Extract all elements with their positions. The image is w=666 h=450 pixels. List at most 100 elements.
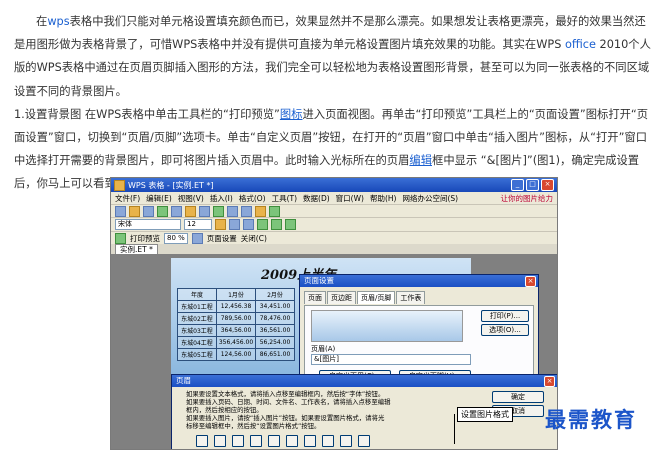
align-left-icon[interactable] bbox=[257, 219, 268, 230]
format-picture-icon[interactable] bbox=[358, 435, 370, 447]
instruction-line: 标移至编辑框中，然后按“设置图片格式”按钮。 bbox=[186, 422, 321, 430]
table-row: 东城03工程 364,56.00 36,561.00 bbox=[177, 324, 295, 337]
zoom-select[interactable]: 80 % bbox=[164, 232, 188, 244]
insert-picture-icon[interactable] bbox=[340, 435, 352, 447]
format-toolbar: 宋体 12 bbox=[111, 217, 557, 231]
table-cell: 东城01工程 bbox=[177, 300, 217, 313]
dialog-title-text: 页眉 bbox=[176, 376, 191, 385]
close-icon[interactable]: × bbox=[544, 376, 555, 387]
table-row: 东城04工程 356,456.00 56,254.00 bbox=[177, 336, 295, 349]
menu-help[interactable]: 帮助(H) bbox=[370, 193, 397, 204]
print-button[interactable]: 打印(P)... bbox=[481, 310, 529, 322]
paste-icon[interactable] bbox=[213, 205, 224, 217]
table-cell: 78,476.00 bbox=[255, 312, 295, 325]
copy-icon[interactable] bbox=[199, 205, 210, 217]
dialog-title: 页面设置 × bbox=[300, 275, 538, 287]
instruction-line: 框内，然后按相应的按钮。 bbox=[186, 406, 263, 414]
close-icon[interactable]: × bbox=[541, 179, 554, 191]
tab-margins[interactable]: 页边距 bbox=[327, 291, 356, 304]
table-cell: 12,456.38 bbox=[216, 300, 256, 313]
table-cell: 36,561.00 bbox=[255, 324, 295, 337]
print-icon[interactable] bbox=[157, 205, 168, 217]
header-select[interactable]: &[图片] bbox=[311, 354, 471, 365]
table-row: 东城02工程 789,56.00 78,476.00 bbox=[177, 312, 295, 325]
menu-cloud[interactable]: 网络办公空间(S) bbox=[402, 193, 458, 204]
menu-window[interactable]: 窗口(W) bbox=[336, 193, 364, 204]
article-body: 在wps表格中我们只能对单元格设置填充颜色而已，效果显然并不是那么漂亮。如果想发… bbox=[14, 10, 654, 196]
link-edit[interactable]: 编辑 bbox=[409, 154, 432, 167]
menu-file[interactable]: 文件(F) bbox=[115, 193, 140, 204]
link-wps[interactable]: wps bbox=[47, 15, 69, 28]
table-cell: 124,56.00 bbox=[216, 348, 256, 361]
print-preview-icon[interactable] bbox=[171, 205, 182, 217]
italic-icon[interactable] bbox=[229, 219, 240, 230]
menu-insert[interactable]: 插入(I) bbox=[210, 193, 233, 204]
menu-format[interactable]: 格式(O) bbox=[239, 193, 266, 204]
font-icon[interactable] bbox=[196, 435, 208, 447]
text-segment: 在 bbox=[36, 15, 48, 28]
close-icon[interactable]: × bbox=[525, 276, 536, 287]
watermark: 最需教育 bbox=[545, 407, 637, 432]
link-icon[interactable]: 图标 bbox=[280, 108, 303, 121]
table-header-cell: 1月份 bbox=[216, 288, 256, 301]
font-name-select[interactable]: 宋体 bbox=[115, 219, 181, 230]
instruction-line: 如果要插入图片，请按“插入图片”按钮。如果要设置图片格式，请将光 bbox=[186, 414, 385, 422]
file-name-icon[interactable] bbox=[304, 435, 316, 447]
sum-icon[interactable] bbox=[255, 205, 266, 217]
align-right-icon[interactable] bbox=[285, 219, 296, 230]
redo-icon[interactable] bbox=[241, 205, 252, 217]
minimize-icon[interactable]: _ bbox=[511, 179, 524, 191]
figure-screenshot: WPS 表格 - [实例.ET *] _ □ × 文件(F) 编辑(E) 视图(… bbox=[110, 177, 558, 450]
time-icon[interactable] bbox=[268, 435, 280, 447]
link-office[interactable]: office bbox=[565, 38, 596, 51]
print-preview-button[interactable]: 打印预览 bbox=[130, 233, 160, 244]
save-icon[interactable] bbox=[143, 205, 154, 217]
header-label: 页眉(A) bbox=[311, 345, 336, 353]
total-pages-icon[interactable] bbox=[232, 435, 244, 447]
table-header-cell: 年度 bbox=[177, 288, 217, 301]
table-header-cell: 2月份 bbox=[255, 288, 295, 301]
date-icon[interactable] bbox=[250, 435, 262, 447]
table-row: 东城01工程 12,456.38 34,451.00 bbox=[177, 300, 295, 313]
file-path-icon[interactable] bbox=[286, 435, 298, 447]
bold-icon[interactable] bbox=[215, 219, 226, 230]
undo-icon[interactable] bbox=[227, 205, 238, 217]
standard-toolbar bbox=[111, 204, 557, 217]
table-cell: 789,56.00 bbox=[216, 312, 256, 325]
font-size-select[interactable]: 12 bbox=[184, 219, 212, 230]
sheet-name-icon[interactable] bbox=[322, 435, 334, 447]
table-row: 东城05工程 124,56.00 86,651.00 bbox=[177, 348, 295, 361]
page-number-icon[interactable] bbox=[214, 435, 226, 447]
underline-icon[interactable] bbox=[243, 219, 254, 230]
print-icon[interactable] bbox=[115, 232, 126, 244]
instructions: 如果要设置文本格式，请将插入点移至编辑框内，然后按“字体”按钮。 如果要插入页码… bbox=[186, 390, 436, 430]
app-icon bbox=[114, 179, 125, 191]
close-preview-button[interactable]: 关闭(C) bbox=[241, 233, 267, 244]
page-setup-icon[interactable] bbox=[191, 232, 203, 244]
cut-icon[interactable] bbox=[185, 205, 196, 217]
tab-page[interactable]: 页面 bbox=[304, 291, 326, 304]
ok-button[interactable]: 确定 bbox=[492, 391, 544, 403]
menu-view[interactable]: 视图(V) bbox=[178, 193, 204, 204]
options-button[interactable]: 选项(O)... bbox=[481, 324, 529, 336]
callout-format-picture: 设置图片格式 bbox=[457, 407, 513, 422]
text-segment: 表格中我们只能对单元格设置填充颜色而已，效果显然并不是那么漂亮。如果想发让表格更… bbox=[14, 15, 646, 52]
table-cell: 356,456.00 bbox=[216, 336, 256, 349]
tab-header-footer[interactable]: 页眉/页脚 bbox=[357, 291, 396, 304]
callout-pointer bbox=[454, 414, 455, 444]
menu-promo[interactable]: 让你的图片给力 bbox=[501, 193, 558, 204]
chart-icon[interactable] bbox=[269, 205, 280, 217]
table-cell: 364,56.00 bbox=[216, 324, 256, 337]
instruction-line: 如果要设置文本格式，请将插入点移至编辑框内，然后按“字体”按钮。 bbox=[186, 390, 385, 398]
menu-tools[interactable]: 工具(T) bbox=[272, 193, 297, 204]
tab-worksheet[interactable]: 工作表 bbox=[396, 291, 426, 304]
maximize-icon[interactable]: □ bbox=[526, 179, 539, 191]
menu-edit[interactable]: 编辑(E) bbox=[146, 193, 172, 204]
window-title: WPS 表格 - [实例.ET *] bbox=[128, 180, 214, 190]
menu-data[interactable]: 数据(D) bbox=[303, 193, 330, 204]
open-folder-icon[interactable] bbox=[129, 205, 140, 217]
new-file-icon[interactable] bbox=[115, 205, 126, 217]
table-cell: 东城03工程 bbox=[177, 324, 217, 337]
page-setup-button[interactable]: 页面设置 bbox=[207, 233, 237, 244]
align-center-icon[interactable] bbox=[271, 219, 282, 230]
